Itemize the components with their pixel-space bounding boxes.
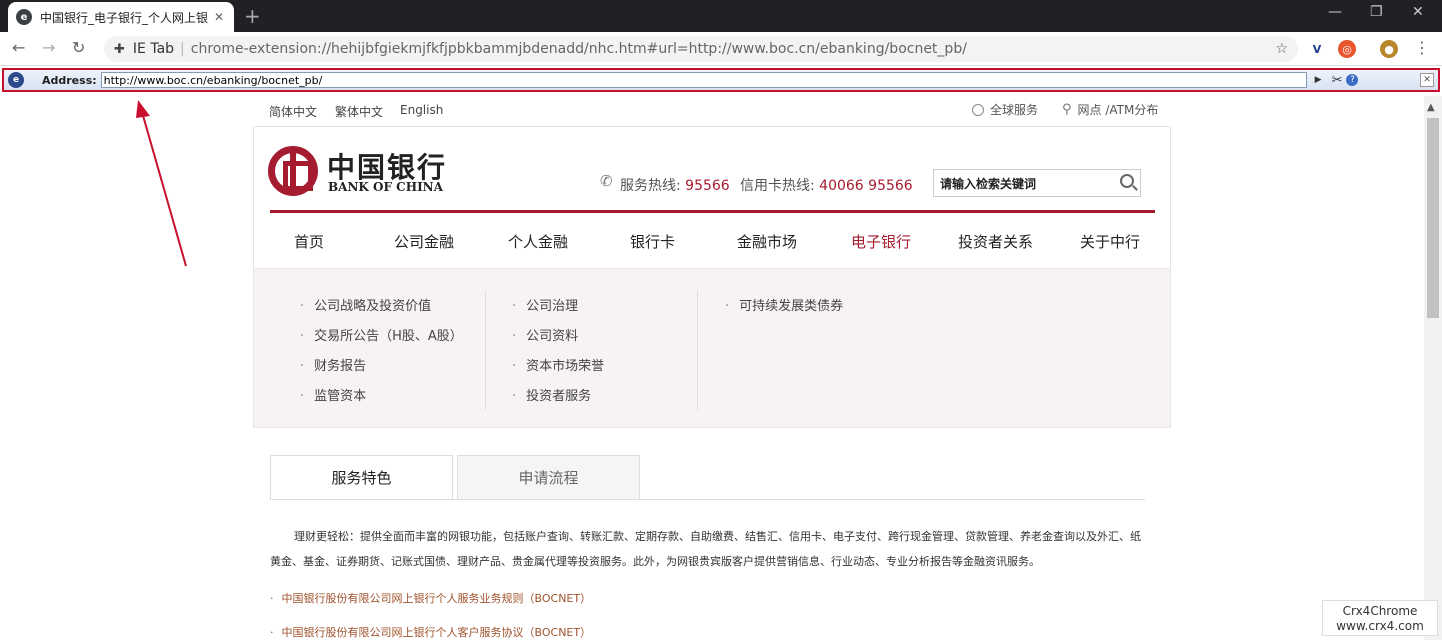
omnibox-prefix: IE Tab: [132, 41, 175, 57]
investor-dropdown: [253, 268, 1171, 428]
nav-markets[interactable]: 金融市场: [737, 231, 797, 252]
tools-icon[interactable]: ✂: [1332, 73, 1343, 88]
nav-ebanking[interactable]: 电子银行: [851, 231, 911, 252]
close-tab-icon[interactable]: ✕: [214, 10, 224, 24]
credit-hotline-label: 信用卡热线:: [740, 178, 815, 194]
watermark-line2: www.crx4.com: [1336, 619, 1424, 633]
browser-toolbar: ← → ↻ ✚ IE Tab | chrome-extension://hehi…: [0, 32, 1442, 66]
close-window-icon[interactable]: ✕: [1412, 4, 1424, 20]
tab-application-process[interactable]: 申请流程: [457, 455, 640, 500]
close-ietab-bar-icon[interactable]: ✕: [1420, 73, 1434, 87]
omnibox-separator: |: [180, 41, 185, 57]
go-icon[interactable]: ▶: [1315, 75, 1322, 85]
watermark-line1: Crx4Chrome: [1342, 604, 1418, 618]
lang-traditional[interactable]: 繁体中文: [335, 103, 383, 120]
page-scrollbar[interactable]: ▲: [1424, 96, 1442, 640]
ie-tab-favicon-icon: e: [16, 9, 32, 25]
browser-titlebar: e 中国银行_电子银行_个人网上银行 ✕ + — ❐ ✕: [0, 0, 1442, 32]
dropdown-item[interactable]: 公司战略及投资价值: [300, 295, 431, 314]
dropdown-item[interactable]: 交易所公告（H股、A股）: [300, 325, 463, 344]
tab-service-features[interactable]: 服务特色: [270, 455, 453, 500]
lang-english[interactable]: English: [400, 103, 443, 117]
omnibox[interactable]: ✚ IE Tab | chrome-extension://hehijbfgie…: [104, 36, 1298, 62]
dropdown-divider: [485, 290, 486, 410]
dropdown-item[interactable]: 监管资本: [300, 385, 366, 404]
tabs-divider: [270, 499, 1145, 500]
location-pin-icon: ⚲: [1062, 102, 1072, 117]
rules-link[interactable]: 中国银行股份有限公司网上银行个人服务业务规则（BOCNET）: [270, 590, 592, 606]
help-icon[interactable]: ?: [1346, 74, 1359, 86]
global-service-link[interactable]: 全球服务: [972, 101, 1038, 118]
annotation-arrow-icon: [136, 100, 187, 267]
dropdown-item[interactable]: 财务报告: [300, 355, 366, 374]
scroll-up-icon[interactable]: ▲: [1427, 102, 1435, 113]
bookmark-star-icon[interactable]: ☆: [1275, 41, 1288, 57]
menu-dots-icon[interactable]: ⋮: [1414, 38, 1430, 57]
new-tab-button[interactable]: +: [244, 4, 261, 28]
omnibox-url: chrome-extension://hehijbfgiekmjfkfjpbkb…: [190, 41, 967, 57]
branch-atm-link[interactable]: ⚲ 网点 /ATM分布: [1062, 101, 1158, 118]
back-icon[interactable]: ←: [12, 38, 25, 57]
service-hotline-number: 95566: [685, 178, 730, 194]
dropdown-divider: [697, 290, 698, 410]
extension-puzzle-icon: ✚: [114, 41, 125, 57]
branch-atm-label: 网点 /ATM分布: [1077, 103, 1159, 117]
profile-avatar[interactable]: ●: [1380, 40, 1398, 58]
boc-logo-icon[interactable]: [268, 146, 318, 196]
dropdown-item[interactable]: 资本市场荣誉: [512, 355, 604, 374]
nav-about[interactable]: 关于中行: [1080, 231, 1140, 252]
browser-tab[interactable]: e 中国银行_电子银行_个人网上银行 ✕: [8, 2, 234, 32]
reload-icon[interactable]: ↻: [72, 38, 85, 57]
vivaldi-extension-icon[interactable]: V: [1308, 40, 1326, 58]
search-placeholder: 请输入检索关键词: [940, 176, 1037, 191]
minimize-icon[interactable]: —: [1328, 4, 1342, 20]
agreement-link[interactable]: 中国银行股份有限公司网上银行个人客户服务协议（BOCNET）: [270, 624, 592, 640]
globe-icon: [972, 103, 984, 116]
nav-home[interactable]: 首页: [294, 231, 324, 252]
ietab-address-bar: e Address: http://www.boc.cn/ebanking/bo…: [2, 68, 1440, 92]
dropdown-item[interactable]: 公司资料: [512, 325, 578, 344]
logo-english-text: BANK OF CHINA: [328, 180, 443, 194]
service-description: 理财更轻松：提供全面而丰富的网银功能，包括账户查询、转账汇款、定期存款、自助缴费…: [270, 530, 1141, 568]
address-label: Address:: [42, 73, 97, 87]
global-service-label: 全球服务: [990, 103, 1039, 117]
search-icon[interactable]: [1120, 174, 1134, 188]
nav-corporate[interactable]: 公司金融: [394, 231, 454, 252]
phone-icon: ✆: [600, 172, 613, 190]
forward-icon[interactable]: →: [42, 38, 55, 57]
service-hotline: 服务热线: 95566: [620, 175, 730, 195]
search-input[interactable]: 请输入检索关键词: [933, 169, 1141, 197]
scroll-thumb[interactable]: [1427, 118, 1439, 318]
maximize-icon[interactable]: ❐: [1370, 4, 1383, 20]
ietab-logo-icon: e: [8, 72, 24, 88]
nav-cards[interactable]: 银行卡: [630, 231, 675, 252]
watermark-badge: Crx4Chrome www.crx4.com: [1322, 600, 1438, 636]
credit-hotline: 信用卡热线: 40066 95566: [740, 175, 913, 195]
header-divider: [270, 210, 1155, 213]
service-hotline-label: 服务热线:: [620, 178, 681, 194]
nav-personal[interactable]: 个人金融: [508, 231, 568, 252]
dropdown-item[interactable]: 可持续发展类债券: [725, 295, 843, 314]
lang-simplified[interactable]: 简体中文: [269, 103, 317, 120]
content-tabs: 服务特色 申请流程: [270, 455, 644, 500]
credit-hotline-number: 40066 95566: [819, 178, 913, 194]
dropdown-item[interactable]: 公司治理: [512, 295, 578, 314]
tab-title: 中国银行_电子银行_个人网上银行: [40, 10, 208, 25]
nav-investor[interactable]: 投资者关系: [958, 231, 1033, 252]
dropdown-item[interactable]: 投资者服务: [512, 385, 591, 404]
extension-icon[interactable]: ◎: [1338, 40, 1356, 58]
address-input[interactable]: http://www.boc.cn/ebanking/bocnet_pb/: [100, 72, 1307, 88]
